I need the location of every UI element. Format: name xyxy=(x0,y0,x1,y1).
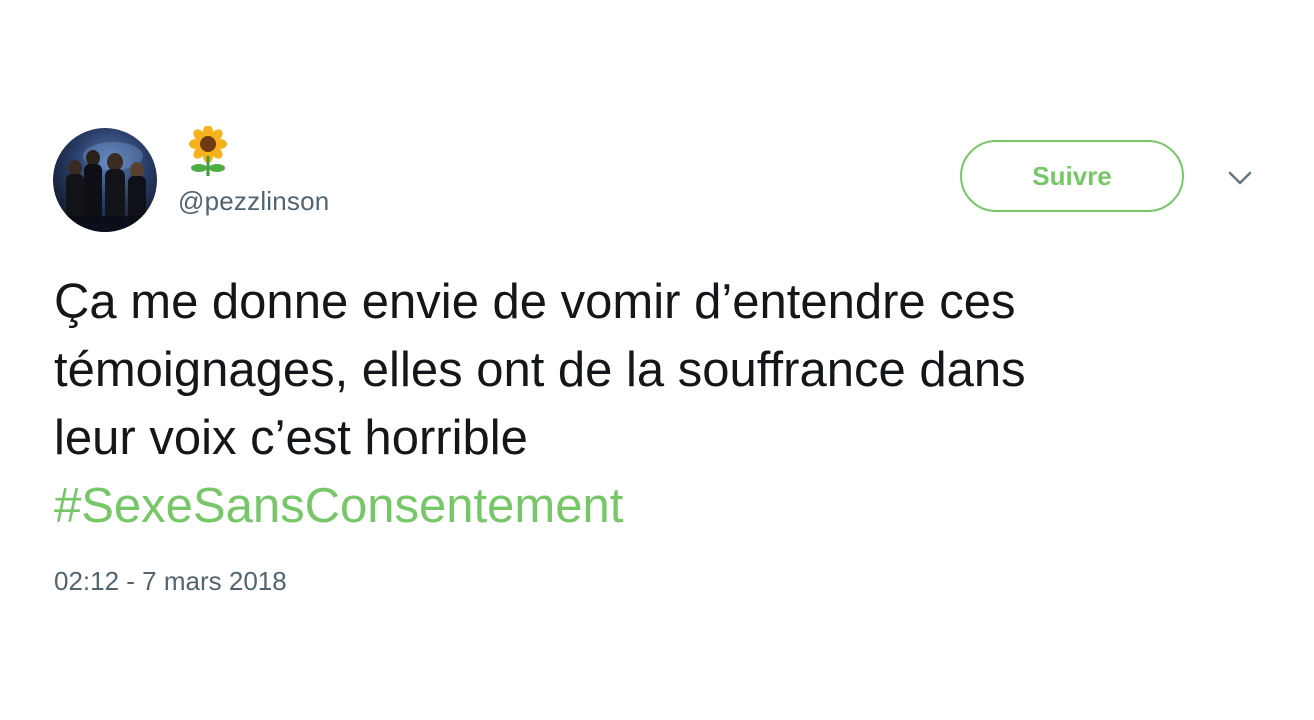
tweet-text: Ça me donne envie de vomir d’entendre ce… xyxy=(54,268,1274,472)
avatar-photo xyxy=(53,142,157,232)
tweet-text-line: Ça me donne envie de vomir d’entendre ce… xyxy=(54,275,1016,329)
hashtag-link[interactable]: #SexeSansConsentement xyxy=(54,472,623,540)
tweet-timestamp[interactable]: 02:12 - 7 mars 2018 xyxy=(54,566,287,597)
user-handle[interactable]: @pezzlinson xyxy=(178,186,329,217)
tweet-card: @pezzlinson Suivre Ça me donne envie de … xyxy=(0,0,1314,720)
sunflower-icon xyxy=(184,125,232,178)
tweet-text-line: témoignages, elles ont de la souffrance … xyxy=(54,343,1026,397)
avatar[interactable] xyxy=(53,128,157,232)
follow-button[interactable]: Suivre xyxy=(960,140,1184,212)
chevron-down-icon[interactable] xyxy=(1226,168,1254,188)
tweet-text-line: leur voix c’est horrible xyxy=(54,411,528,465)
